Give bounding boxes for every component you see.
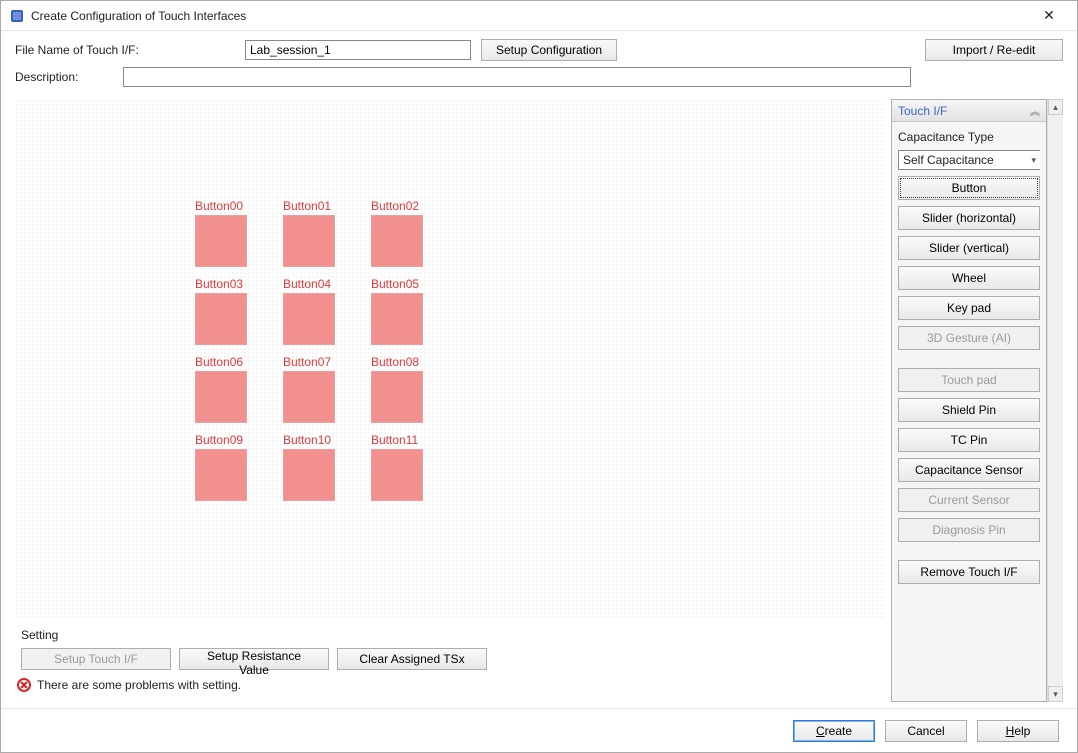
pad-cell: Button01: [283, 199, 353, 267]
top-form: File Name of Touch I/F: Setup Configurat…: [1, 31, 1077, 99]
description-label: Description:: [15, 70, 123, 84]
panel-option-button[interactable]: Button: [898, 176, 1040, 200]
pad-label: Button00: [195, 199, 265, 213]
panel-option-button[interactable]: TC Pin: [898, 428, 1040, 452]
cap-type-value: Self Capacitance: [903, 153, 994, 167]
pad-label: Button09: [195, 433, 265, 447]
setting-group: Setting Setup Touch I/F Setup Resistance…: [15, 624, 885, 702]
pad-label: Button07: [283, 355, 353, 369]
panel-option-button: Touch pad: [898, 368, 1040, 392]
create-button[interactable]: Create: [793, 720, 875, 742]
close-icon[interactable]: ✕: [1029, 7, 1069, 24]
description-input[interactable]: [123, 67, 911, 87]
touch-pad[interactable]: [195, 293, 247, 345]
cap-type-combo[interactable]: Self Capacitance ▾: [898, 150, 1040, 170]
pad-cell: Button00: [195, 199, 265, 267]
setup-resistance-button[interactable]: Setup Resistance Value: [179, 648, 329, 670]
pad-label: Button06: [195, 355, 265, 369]
touch-pad[interactable]: [283, 215, 335, 267]
panel-option-button[interactable]: Slider (vertical): [898, 236, 1040, 260]
touch-pad[interactable]: [195, 371, 247, 423]
filename-input[interactable]: [245, 40, 471, 60]
error-icon: [17, 678, 31, 692]
setup-touch-if-button: Setup Touch I/F: [21, 648, 171, 670]
panel-option-button[interactable]: Capacitance Sensor: [898, 458, 1040, 482]
scroll-up-icon[interactable]: ▴: [1048, 99, 1063, 115]
dialog-footer: Create Cancel Help: [1, 708, 1077, 752]
touch-pad[interactable]: [283, 293, 335, 345]
pad-label: Button08: [371, 355, 441, 369]
scroll-track[interactable]: [1048, 115, 1063, 686]
panel-scrollbar[interactable]: ▴ ▾: [1047, 99, 1063, 702]
touch-pad[interactable]: [283, 371, 335, 423]
status-row: There are some problems with setting.: [15, 674, 885, 694]
workspace: Button00 Button01 Button02 Button03 Button04…: [1, 99, 1077, 708]
titlebar: Create Configuration of Touch Interfaces…: [1, 1, 1077, 31]
touch-pad[interactable]: [371, 449, 423, 501]
chevron-down-icon: ▾: [1031, 155, 1036, 166]
panel-option-button: Diagnosis Pin: [898, 518, 1040, 542]
pad-cell: Button05: [371, 277, 441, 345]
setup-configuration-button[interactable]: Setup Configuration: [481, 39, 617, 61]
clear-assigned-tsx-button[interactable]: Clear Assigned TSx: [337, 648, 487, 670]
panel-title: Touch I/F: [898, 104, 947, 118]
dialog-window: Create Configuration of Touch Interfaces…: [0, 0, 1078, 753]
touch-pad[interactable]: [371, 293, 423, 345]
pad-cell: Button08: [371, 355, 441, 423]
panel-option-button[interactable]: Key pad: [898, 296, 1040, 320]
button-grid: Button00 Button01 Button02 Button03 Button04…: [195, 199, 441, 501]
canvas-column: Button00 Button01 Button02 Button03 Button04…: [15, 99, 885, 702]
pad-cell: Button02: [371, 199, 441, 267]
right-panel-wrap: Touch I/F ︽ Capacitance Type Self Capaci…: [891, 99, 1063, 702]
cancel-button[interactable]: Cancel: [885, 720, 967, 742]
pad-label: Button02: [371, 199, 441, 213]
touch-pad[interactable]: [195, 215, 247, 267]
panel-header[interactable]: Touch I/F ︽: [892, 100, 1046, 122]
touch-pad[interactable]: [371, 371, 423, 423]
pad-label: Button01: [283, 199, 353, 213]
touch-pad[interactable]: [371, 215, 423, 267]
pad-cell: Button10: [283, 433, 353, 501]
help-label-rest: elp: [1014, 724, 1030, 738]
pad-label: Button04: [283, 277, 353, 291]
panel-option-button[interactable]: Slider (horizontal): [898, 206, 1040, 230]
panel-option-button: 3D Gesture (AI): [898, 326, 1040, 350]
panel-option-button: Current Sensor: [898, 488, 1040, 512]
status-message: There are some problems with setting.: [37, 678, 241, 692]
touch-if-panel: Touch I/F ︽ Capacitance Type Self Capaci…: [891, 99, 1047, 702]
pad-cell: Button11: [371, 433, 441, 501]
panel-body: Capacitance Type Self Capacitance ▾ Butt…: [892, 122, 1046, 590]
design-canvas[interactable]: Button00 Button01 Button02 Button03 Button04…: [15, 99, 885, 620]
cap-type-label: Capacitance Type: [898, 130, 1040, 144]
panel-option-button[interactable]: Wheel: [898, 266, 1040, 290]
collapse-icon[interactable]: ︽: [1030, 103, 1040, 118]
remove-touch-if-button[interactable]: Remove Touch I/F: [898, 560, 1040, 584]
app-icon: [9, 8, 25, 24]
window-title: Create Configuration of Touch Interfaces: [31, 9, 1029, 23]
pad-cell: Button07: [283, 355, 353, 423]
pad-label: Button11: [371, 433, 441, 447]
setting-title: Setting: [21, 628, 885, 642]
pad-cell: Button09: [195, 433, 265, 501]
pad-cell: Button06: [195, 355, 265, 423]
filename-label: File Name of Touch I/F:: [15, 43, 245, 57]
pad-label: Button03: [195, 277, 265, 291]
touch-pad[interactable]: [283, 449, 335, 501]
help-button[interactable]: Help: [977, 720, 1059, 742]
import-reedit-button[interactable]: Import / Re-edit: [925, 39, 1063, 61]
pad-label: Button10: [283, 433, 353, 447]
pad-cell: Button04: [283, 277, 353, 345]
pad-cell: Button03: [195, 277, 265, 345]
panel-option-button[interactable]: Shield Pin: [898, 398, 1040, 422]
touch-pad[interactable]: [195, 449, 247, 501]
scroll-down-icon[interactable]: ▾: [1048, 686, 1063, 702]
pad-label: Button05: [371, 277, 441, 291]
create-label-rest: reate: [825, 724, 852, 738]
